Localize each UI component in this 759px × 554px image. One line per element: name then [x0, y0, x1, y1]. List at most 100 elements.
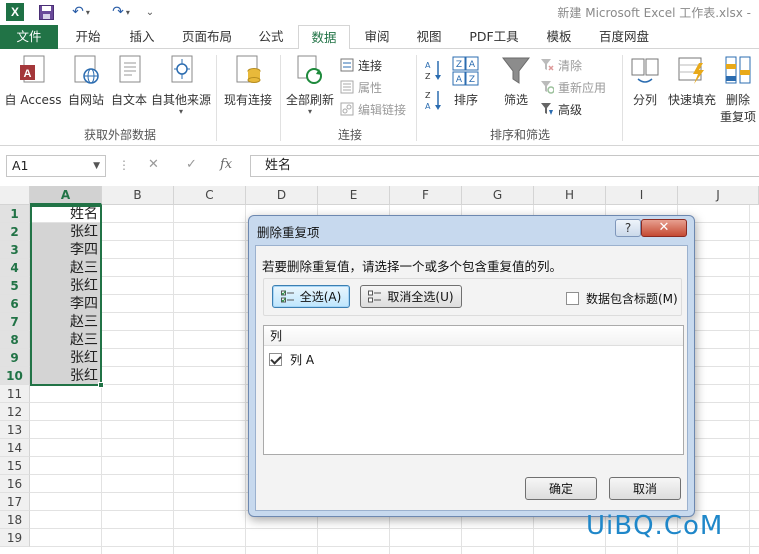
tab-baidu-netdisk[interactable]: 百度网盘 [588, 25, 660, 49]
dialog-title-bar[interactable]: 删除重复项 ? ✕ [249, 216, 694, 244]
sort-button[interactable]: ZAAZ 排序 [448, 55, 484, 108]
row-header[interactable]: 10 [0, 367, 30, 385]
undo-icon[interactable]: ↶ ▾ [68, 3, 94, 21]
row-header[interactable]: 17 [0, 493, 30, 511]
from-web-button[interactable]: 自网站 [64, 55, 108, 108]
row-header[interactable]: 4 [0, 259, 30, 277]
cell-a2[interactable]: 张红 [31, 223, 101, 241]
cell-a10[interactable]: 张红 [31, 367, 101, 385]
save-icon[interactable] [38, 3, 54, 21]
cell-a7[interactable]: 赵三 [31, 313, 101, 331]
tab-insert[interactable]: 插入 [116, 25, 168, 49]
refresh-all-button[interactable]: 全部刷新 ▾ [284, 55, 336, 116]
chevron-down-icon[interactable]: ▼ [93, 156, 100, 176]
cell-a8[interactable]: 赵三 [31, 331, 101, 349]
cell-a9[interactable]: 张红 [31, 349, 101, 367]
row-header[interactable]: 19 [0, 529, 30, 547]
sort-ascending-button[interactable]: AZ [424, 59, 444, 84]
tab-pdf-tools[interactable]: PDF工具 [458, 25, 530, 49]
flash-fill-button[interactable]: 快速填充 [666, 55, 718, 108]
help-button[interactable]: ? [615, 219, 641, 237]
insert-function-icon[interactable]: fx [220, 157, 232, 172]
row-header[interactable]: 5 [0, 277, 30, 295]
edit-links-button[interactable]: 编辑链接 [340, 99, 406, 119]
svg-text:A: A [425, 102, 431, 111]
text-to-columns-button[interactable]: 分列 [626, 55, 664, 108]
tab-review[interactable]: 审阅 [352, 25, 402, 49]
row-header[interactable]: 6 [0, 295, 30, 313]
column-header-h[interactable]: H [534, 186, 606, 205]
column-list[interactable]: 列 列 A [263, 325, 684, 455]
redo-icon[interactable]: ↷ ▾ [108, 3, 134, 21]
confirm-check-icon[interactable]: ✓ [186, 157, 197, 172]
cell-a4[interactable]: 赵三 [31, 259, 101, 277]
excel-logo-icon[interactable]: X [6, 3, 24, 21]
row-header[interactable]: 18 [0, 511, 30, 529]
cell-a5[interactable]: 张红 [31, 277, 101, 295]
unselect-all-button[interactable]: 取消全选(U) [360, 285, 462, 308]
cell-a3[interactable]: 李四 [31, 241, 101, 259]
name-box[interactable]: A1 ▼ [6, 155, 106, 177]
tab-view[interactable]: 视图 [404, 25, 454, 49]
row-header[interactable]: 15 [0, 457, 30, 475]
connections-button[interactable]: 连接 [340, 55, 382, 75]
remove-duplicates-label-2: 重复项 [719, 110, 756, 124]
tab-page-layout[interactable]: 页面布局 [170, 25, 244, 49]
row-header[interactable]: 11 [0, 385, 30, 403]
row-header[interactable]: 13 [0, 421, 30, 439]
column-a-checkbox[interactable] [269, 353, 282, 366]
column-header-i[interactable]: I [606, 186, 678, 205]
row-header[interactable]: 8 [0, 331, 30, 349]
row-header[interactable]: 16 [0, 475, 30, 493]
remove-duplicates-icon [723, 55, 753, 87]
advanced-filter-label: 高级 [558, 102, 583, 117]
column-header-c[interactable]: C [174, 186, 246, 205]
reapply-button[interactable]: 重新应用 [540, 77, 606, 97]
row-header[interactable]: 12 [0, 403, 30, 421]
remove-duplicates-button[interactable]: 删除 重复项 [718, 55, 758, 125]
row-header[interactable]: 9 [0, 349, 30, 367]
close-button[interactable]: ✕ [641, 219, 687, 237]
row-header[interactable]: 1 [0, 205, 30, 223]
tab-templates[interactable]: 模板 [534, 25, 584, 49]
fill-handle[interactable] [98, 382, 104, 388]
advanced-filter-button[interactable]: 高级 [540, 99, 582, 119]
clear-filter-button[interactable]: 清除 [540, 55, 582, 75]
list-item[interactable]: 列 A [269, 351, 314, 368]
from-access-button[interactable]: A 自 Access [4, 55, 62, 108]
select-all-button[interactable]: 全选(A) [272, 285, 350, 308]
select-all-corner[interactable] [0, 186, 30, 205]
tab-file[interactable]: 文件 [0, 25, 58, 49]
has-headers-option[interactable]: 数据包含标题(M) [566, 290, 678, 307]
row-header[interactable]: 3 [0, 241, 30, 259]
tab-home[interactable]: 开始 [62, 25, 114, 49]
column-header-f[interactable]: F [390, 186, 462, 205]
tab-formulas[interactable]: 公式 [246, 25, 296, 49]
column-header-j[interactable]: J [678, 186, 759, 205]
column-header-a[interactable]: A [30, 186, 102, 205]
row-header[interactable]: 14 [0, 439, 30, 457]
row-header[interactable]: 2 [0, 223, 30, 241]
existing-connections-button[interactable]: 现有连接 [220, 55, 276, 108]
cell-a6[interactable]: 李四 [31, 295, 101, 313]
reapply-label: 重新应用 [558, 80, 607, 95]
formula-bar-resize-handle[interactable]: ⋮ [118, 158, 130, 172]
column-header-d[interactable]: D [246, 186, 318, 205]
sort-descending-button[interactable]: ZA [424, 89, 444, 114]
column-header-e[interactable]: E [318, 186, 390, 205]
column-header-g[interactable]: G [462, 186, 534, 205]
customize-qat-icon[interactable]: ⌄ [144, 3, 156, 21]
from-other-sources-button[interactable]: 自其他来源 ▾ [150, 55, 212, 116]
has-headers-checkbox[interactable] [566, 292, 579, 305]
cancel-button[interactable]: 取消 [609, 477, 681, 500]
from-text-button[interactable]: 自文本 [108, 55, 150, 108]
ok-button[interactable]: 确定 [525, 477, 597, 500]
properties-button[interactable]: 属性 [340, 77, 382, 97]
column-header-b[interactable]: B [102, 186, 174, 205]
formula-input[interactable]: 姓名 [250, 155, 759, 177]
cell-a1[interactable]: 姓名 [31, 205, 101, 223]
row-header[interactable]: 7 [0, 313, 30, 331]
filter-button[interactable]: 筛选 [498, 55, 534, 108]
cancel-x-icon[interactable]: ✕ [148, 157, 159, 172]
tab-data[interactable]: 数据 [298, 25, 350, 50]
